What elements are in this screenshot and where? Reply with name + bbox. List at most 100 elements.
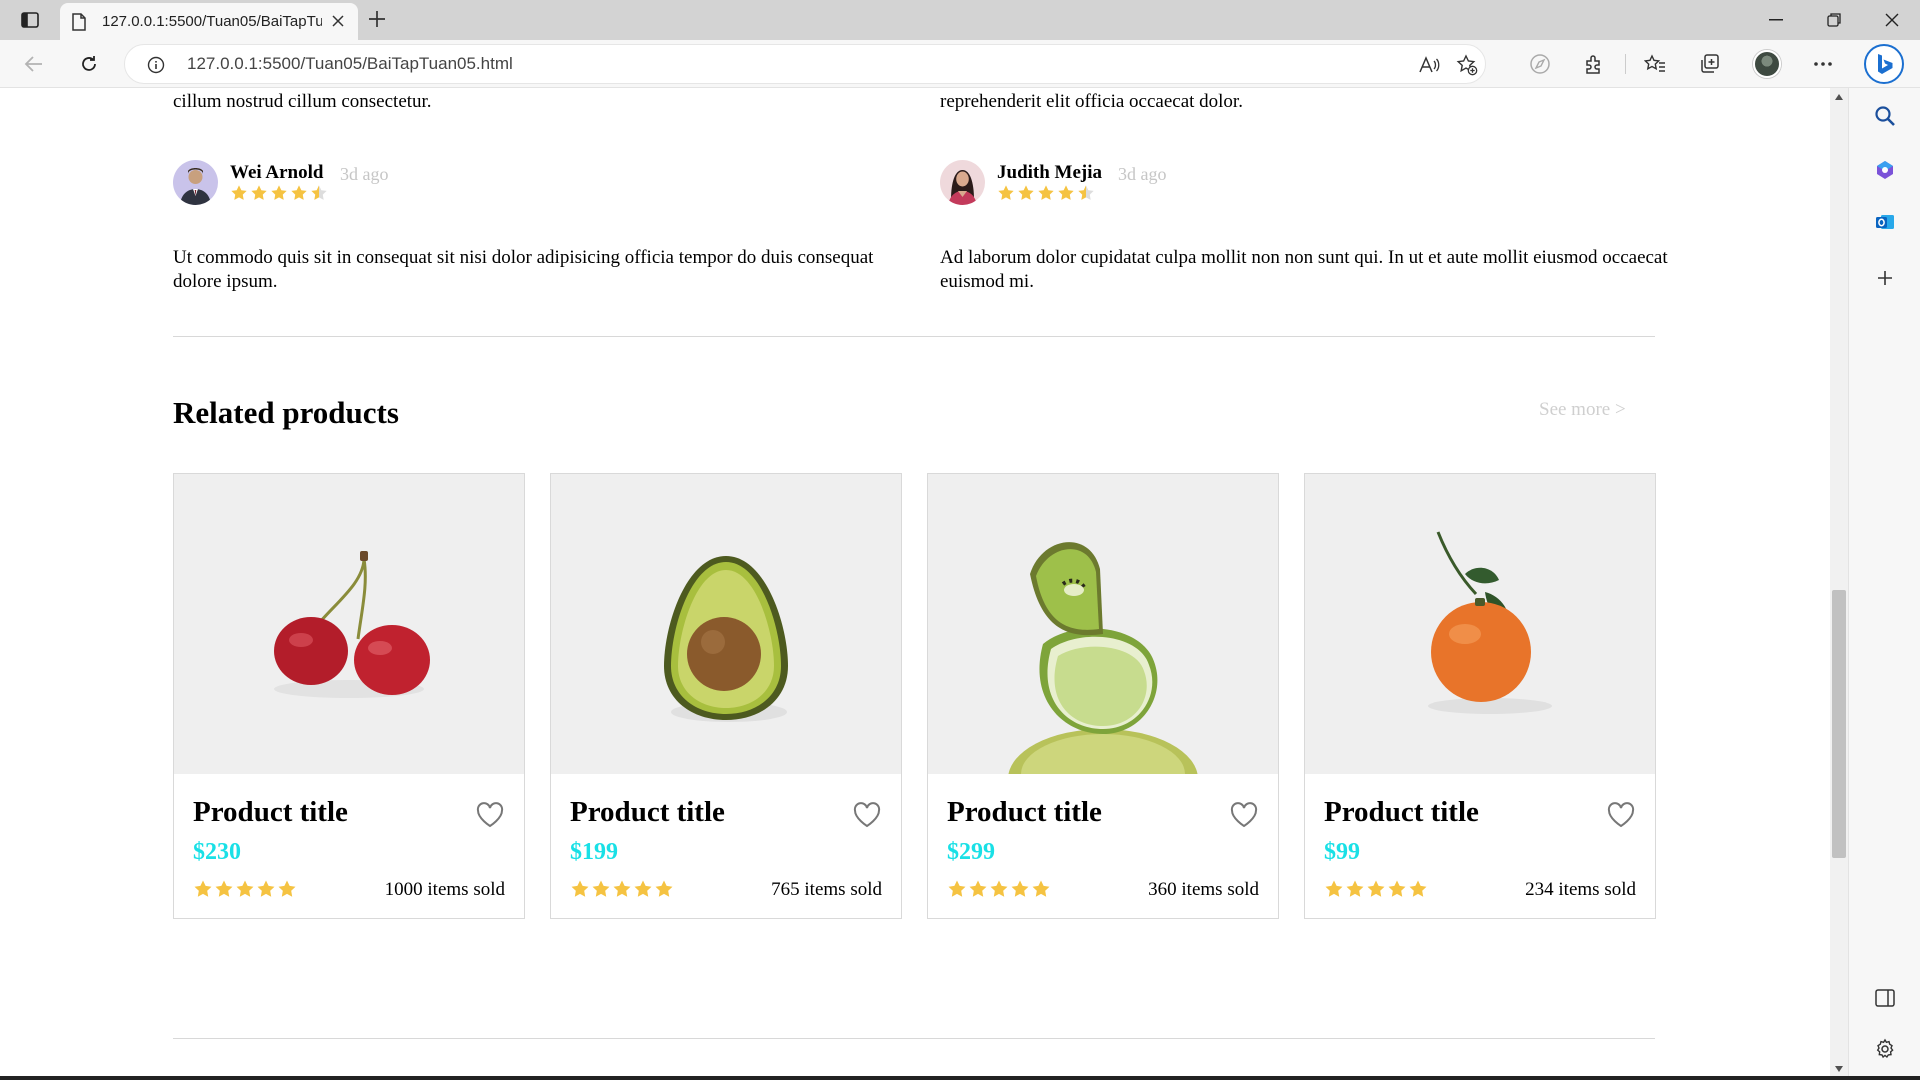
star-icon xyxy=(311,185,327,200)
items-sold: 234 items sold xyxy=(1525,879,1636,900)
product-title[interactable]: Product title xyxy=(570,796,725,829)
restore-icon[interactable] xyxy=(1806,0,1862,40)
page-scrollbar[interactable] xyxy=(1830,88,1848,1080)
reviewer-name: Judith Mejia xyxy=(997,162,1103,183)
product-title[interactable]: Product title xyxy=(947,796,1102,829)
review-rating xyxy=(997,184,1095,204)
product-rating xyxy=(1324,879,1428,899)
items-sold: 765 items sold xyxy=(771,879,882,900)
review-time: 3d ago xyxy=(1118,164,1167,184)
product-price: $230 xyxy=(193,839,241,865)
star-icon xyxy=(1388,880,1406,897)
star-icon xyxy=(1409,880,1427,897)
hide-sidebar-icon[interactable] xyxy=(1869,982,1901,1014)
heart-icon[interactable] xyxy=(1230,802,1258,828)
tab-title: 127.0.0.1:5500/Tuan05/BaiTapTuan05.html xyxy=(102,13,322,30)
star-icon xyxy=(194,880,212,897)
heart-icon[interactable] xyxy=(476,802,504,828)
more-options-icon[interactable] xyxy=(1806,48,1840,80)
refresh-icon[interactable] xyxy=(72,48,106,80)
product-title[interactable]: Product title xyxy=(193,796,348,829)
star-icon xyxy=(1346,880,1364,897)
star-icon xyxy=(236,880,254,897)
product-card[interactable]: Product title $230 1000 items sold xyxy=(173,473,525,919)
star-icon xyxy=(592,880,610,897)
url-path: :5500/Tuan05/BaiTapTuan05.html xyxy=(257,54,513,73)
star-icon xyxy=(1078,185,1094,200)
star-icon xyxy=(1058,185,1074,200)
related-products-heading: Related products xyxy=(173,395,399,430)
product-price: $99 xyxy=(1324,839,1360,865)
extensions-icon[interactable] xyxy=(1577,48,1611,80)
star-icon xyxy=(613,880,631,897)
product-title[interactable]: Product title xyxy=(1324,796,1479,829)
product-card[interactable]: Product title $199 765 items sold xyxy=(550,473,902,919)
star-icon xyxy=(1038,185,1054,200)
read-aloud-icon[interactable] xyxy=(1415,51,1443,79)
star-icon xyxy=(571,880,589,897)
product-image-cherry[interactable] xyxy=(174,474,524,774)
section-divider xyxy=(173,336,1655,337)
shopping-icon[interactable] xyxy=(1869,154,1901,186)
star-icon xyxy=(998,185,1014,200)
previous-review-text: cillum nostrud cillum consectetur. xyxy=(173,91,432,112)
product-rating xyxy=(570,879,674,899)
tab-actions-icon[interactable] xyxy=(14,8,46,32)
product-rating xyxy=(947,879,1051,899)
star-icon xyxy=(1367,880,1385,897)
browser-tab[interactable]: 127.0.0.1:5500/Tuan05/BaiTapTuan05.html xyxy=(60,3,358,40)
product-card[interactable]: Product title $299 360 items sold xyxy=(927,473,1279,919)
star-icon xyxy=(278,880,296,897)
heart-icon[interactable] xyxy=(853,802,881,828)
star-icon xyxy=(634,880,652,897)
review-text: Ut commodo quis sit in consequat sit nis… xyxy=(173,247,874,292)
scroll-down-arrow-icon[interactable] xyxy=(1835,1066,1843,1072)
heart-icon[interactable] xyxy=(1607,802,1635,828)
close-window-icon[interactable] xyxy=(1864,0,1920,40)
profile-avatar[interactable] xyxy=(1750,48,1784,80)
product-image-tangerine[interactable] xyxy=(1305,474,1655,774)
add-favorite-icon[interactable] xyxy=(1453,51,1481,79)
star-icon xyxy=(1018,185,1034,200)
page-icon xyxy=(72,12,88,31)
product-price: $199 xyxy=(570,839,618,865)
review-time: 3d ago xyxy=(340,164,389,184)
review-text: Ad laborum dolor cupidatat culpa mollit … xyxy=(940,247,1668,292)
settings-gear-icon[interactable] xyxy=(1869,1033,1901,1065)
url-host: 127.0.0.1 xyxy=(187,54,258,73)
minimize-icon[interactable] xyxy=(1748,0,1804,40)
collections-icon[interactable] xyxy=(1693,48,1727,80)
product-image-avocado[interactable] xyxy=(551,474,901,774)
back-icon[interactable] xyxy=(17,48,51,80)
url-text: 127.0.0.1:5500/Tuan05/BaiTapTuan05.html xyxy=(187,54,513,74)
scroll-thumb[interactable] xyxy=(1832,590,1846,858)
page-content: cillum nostrud cillum consectetur. Wei A… xyxy=(0,88,1830,1080)
star-icon xyxy=(271,185,287,200)
product-image-kiwi-lime[interactable] xyxy=(928,474,1278,774)
window-bottom-edge xyxy=(0,1076,1920,1080)
reviewer-name: Wei Arnold xyxy=(230,162,324,183)
bing-copilot-icon[interactable] xyxy=(1864,44,1904,84)
add-sidebar-app-icon[interactable] xyxy=(1869,262,1901,294)
scroll-up-arrow-icon[interactable] xyxy=(1835,94,1843,100)
items-sold: 1000 items sold xyxy=(384,879,505,900)
review-rating xyxy=(230,184,328,204)
star-icon xyxy=(231,185,247,200)
close-tab-icon[interactable] xyxy=(330,13,346,29)
site-info-icon[interactable] xyxy=(147,56,165,74)
search-icon[interactable] xyxy=(1869,100,1901,132)
favorites-icon[interactable] xyxy=(1638,48,1672,80)
new-tab-button[interactable] xyxy=(366,8,394,32)
browser-essentials-icon[interactable] xyxy=(1523,48,1557,80)
edge-sidebar xyxy=(1848,88,1920,1080)
product-card[interactable]: Product title $99 234 items sold xyxy=(1304,473,1656,919)
outlook-icon[interactable] xyxy=(1869,206,1901,238)
product-price: $299 xyxy=(947,839,995,865)
star-icon xyxy=(1011,880,1029,897)
star-icon xyxy=(1032,880,1050,897)
star-icon xyxy=(257,880,275,897)
star-icon xyxy=(990,880,1008,897)
product-rating xyxy=(193,879,297,899)
see-more-link[interactable]: See more > xyxy=(1539,399,1626,421)
address-bar[interactable]: 127.0.0.1:5500/Tuan05/BaiTapTuan05.html xyxy=(124,44,1486,84)
